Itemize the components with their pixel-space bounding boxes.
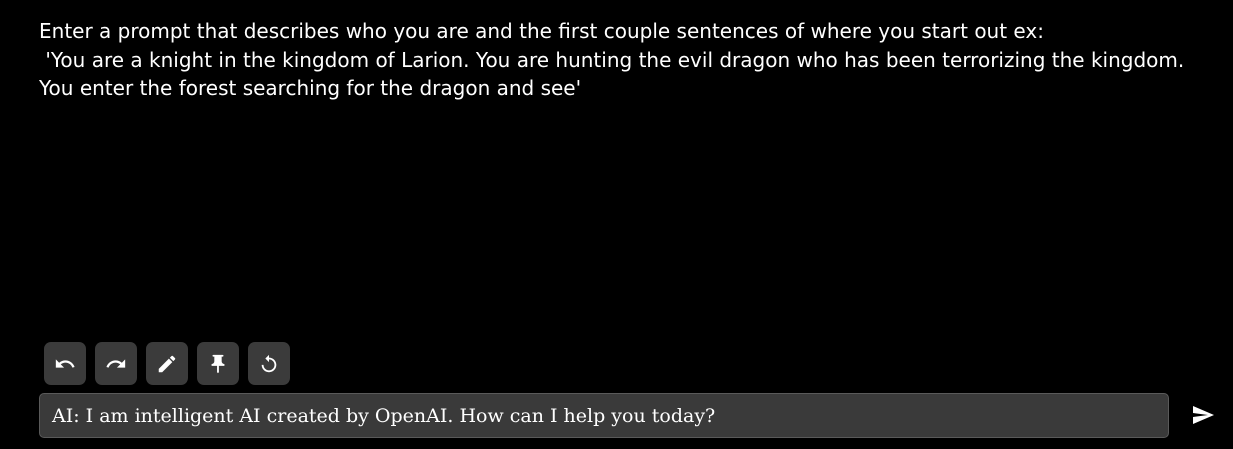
undo-button[interactable] [44, 342, 86, 385]
undo-icon [55, 358, 75, 368]
edit-icon [158, 355, 176, 372]
prompt-input-value: AI: I am intelligent AI created by OpenA… [52, 404, 716, 427]
redo-icon [106, 358, 126, 368]
retry-button[interactable] [248, 342, 290, 385]
send-icon [1193, 406, 1214, 424]
prompt-input[interactable]: AI: I am intelligent AI created by OpenA… [39, 393, 1169, 438]
story-text: Enter a prompt that describes who you ar… [39, 19, 1185, 100]
pin-icon [211, 354, 225, 373]
send-button[interactable] [1186, 399, 1220, 431]
redo-button[interactable] [95, 342, 137, 385]
refresh-icon [261, 354, 277, 372]
pin-button[interactable] [197, 342, 239, 385]
edit-button[interactable] [146, 342, 188, 385]
action-toolbar [44, 342, 290, 385]
